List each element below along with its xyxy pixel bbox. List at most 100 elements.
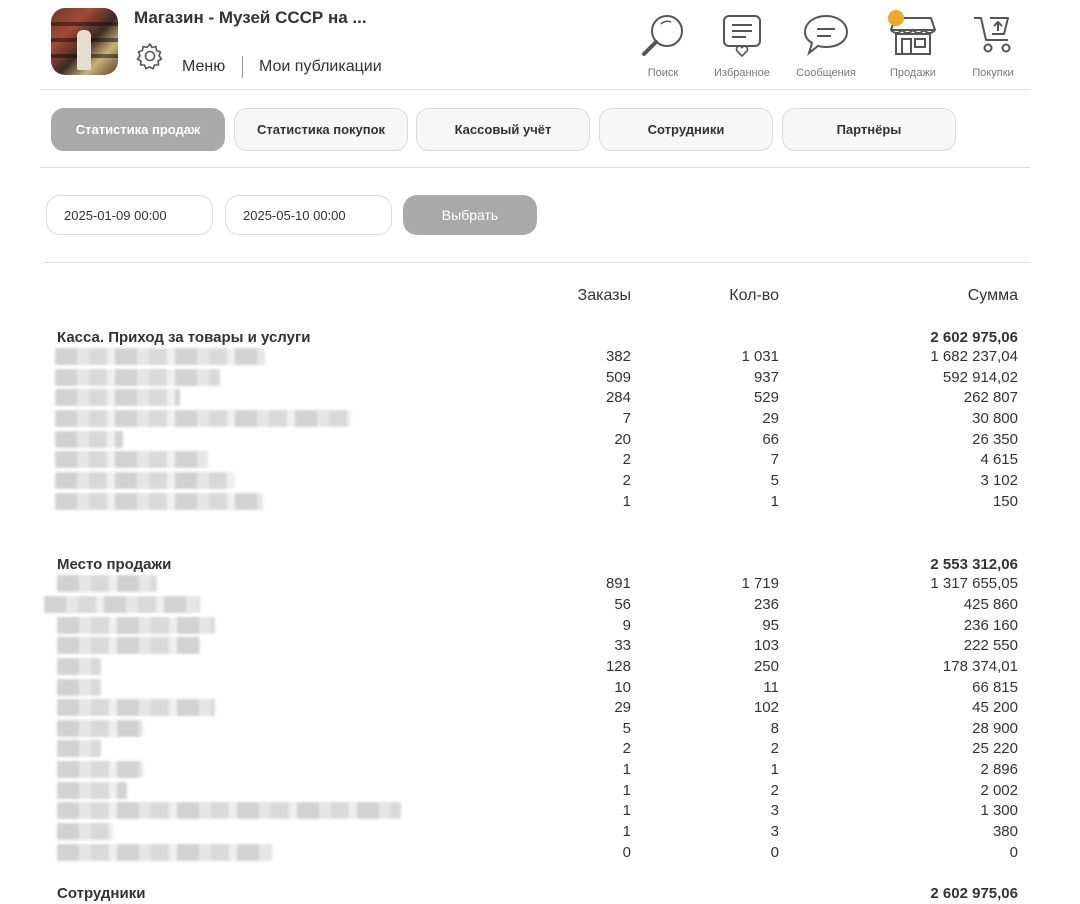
redacted-name <box>57 802 401 819</box>
table-row: 2 2 25 220 <box>0 738 1080 759</box>
table-row: 2 7 4 615 <box>0 449 1080 470</box>
nav-purchases[interactable]: Покупки <box>953 10 1033 84</box>
app-header: Магазин - Музей СССР на ... Меню Мои пуб… <box>0 0 1080 90</box>
redacted-name <box>44 596 200 613</box>
table-row: 5 8 28 900 <box>0 718 1080 739</box>
cart-icon <box>974 17 1011 53</box>
qty-cell: 103 <box>753 637 779 654</box>
table-row: 2 5 3 102 <box>0 470 1080 491</box>
orders-cell: 29 <box>614 699 631 716</box>
redacted-name <box>55 348 265 365</box>
qty-cell: 3 <box>770 823 779 840</box>
orders-cell: 128 <box>605 658 631 675</box>
tab-partners[interactable]: Партнёры <box>782 108 956 151</box>
orders-cell: 1 <box>622 802 631 819</box>
header-divider-line <box>40 89 1030 90</box>
date-to-input[interactable] <box>225 195 392 235</box>
qty-cell: 1 <box>770 761 779 778</box>
nav-sales[interactable]: Продажи <box>873 10 953 84</box>
qty-cell: 7 <box>770 451 779 468</box>
table-row: 1 3 1 300 <box>0 800 1080 821</box>
date-from-input[interactable] <box>46 195 213 235</box>
shop-title[interactable]: Магазин - Музей СССР на ... <box>134 8 367 28</box>
column-header-qty: Кол-во <box>729 287 779 304</box>
qty-cell: 0 <box>770 844 779 861</box>
nav-favorites[interactable]: Избранное <box>702 10 782 84</box>
sum-cell: 2 896 <box>980 761 1018 778</box>
redacted-name <box>57 637 200 654</box>
nav-sales-label: Продажи <box>890 67 936 79</box>
table-row: 1 3 380 <box>0 821 1080 842</box>
tab-purchase-stats[interactable]: Статистика покупок <box>234 108 408 151</box>
nav-messages-label: Сообщения <box>796 67 856 79</box>
redacted-name <box>57 720 143 737</box>
section-title: Место продажи <box>57 556 172 573</box>
redacted-name <box>57 740 101 757</box>
orders-cell: 284 <box>605 389 631 406</box>
favorites-icon <box>723 15 761 58</box>
nav-search[interactable]: Поиск <box>623 10 703 84</box>
qty-cell: 11 <box>763 679 779 696</box>
sum-cell: 25 220 <box>972 740 1018 757</box>
qty-cell: 102 <box>753 699 779 716</box>
nav-messages[interactable]: Сообщения <box>786 10 866 84</box>
orders-cell: 382 <box>605 348 631 365</box>
tab-cash-accounting[interactable]: Кассовый учёт <box>416 108 590 151</box>
tab-employees[interactable]: Сотрудники <box>599 108 773 151</box>
orders-cell: 33 <box>614 637 631 654</box>
messages-icon <box>803 14 849 56</box>
qty-cell: 529 <box>753 389 779 406</box>
qty-cell: 2 <box>770 782 779 799</box>
my-publications-link[interactable]: Мои публикации <box>259 58 382 76</box>
table-row: 7 29 30 800 <box>0 408 1080 429</box>
header-divider <box>242 56 243 78</box>
redacted-name <box>57 844 272 861</box>
orders-cell: 2 <box>622 451 631 468</box>
section-total: 2 602 975,06 <box>930 329 1018 346</box>
table-row: 891 1 719 1 317 655,05 <box>0 573 1080 594</box>
orders-cell: 2 <box>622 740 631 757</box>
qty-cell: 1 031 <box>741 348 779 365</box>
select-button[interactable]: Выбрать <box>403 195 537 235</box>
qty-cell: 1 <box>770 493 779 510</box>
sum-cell: 222 550 <box>963 637 1018 654</box>
sum-cell: 28 900 <box>972 720 1018 737</box>
sum-cell: 150 <box>992 493 1018 510</box>
orders-cell: 7 <box>622 410 631 427</box>
sum-cell: 2 002 <box>980 782 1018 799</box>
orders-cell: 1 <box>622 493 631 510</box>
redacted-name <box>55 451 208 468</box>
gear-icon[interactable] <box>134 40 166 72</box>
table-row: 128 250 178 374,01 <box>0 656 1080 677</box>
tab-sales-stats[interactable]: Статистика продаж <box>51 108 225 151</box>
redacted-name <box>57 699 215 716</box>
menu-link[interactable]: Меню <box>182 58 225 76</box>
table-row: 9 95 236 160 <box>0 615 1080 636</box>
qty-cell: 250 <box>753 658 779 675</box>
table-row: 1 1 2 896 <box>0 759 1080 780</box>
sum-cell: 45 200 <box>972 699 1018 716</box>
sum-cell: 425 860 <box>963 596 1018 613</box>
table-row: 1 1 150 <box>0 491 1080 512</box>
qty-cell: 937 <box>753 369 779 386</box>
redacted-name <box>55 369 220 386</box>
orders-cell: 9 <box>622 617 631 634</box>
redacted-name <box>55 493 263 510</box>
orders-cell: 1 <box>622 782 631 799</box>
column-header-orders: Заказы <box>577 287 631 304</box>
column-header-sum: Сумма <box>967 287 1018 304</box>
qty-cell: 236 <box>753 596 779 613</box>
section-total: 2 602 975,06 <box>930 885 1018 902</box>
orders-cell: 509 <box>605 369 631 386</box>
orders-cell: 891 <box>605 575 631 592</box>
redacted-name <box>55 472 235 489</box>
shop-avatar[interactable] <box>51 8 118 75</box>
orders-cell: 1 <box>622 761 631 778</box>
redacted-name <box>57 823 113 840</box>
table-row: 20 66 26 350 <box>0 429 1080 450</box>
sum-cell: 380 <box>992 823 1018 840</box>
redacted-name <box>57 617 215 634</box>
sum-cell: 26 350 <box>972 431 1018 448</box>
qty-cell: 66 <box>762 431 779 448</box>
nav-purchases-label: Покупки <box>972 67 1014 79</box>
